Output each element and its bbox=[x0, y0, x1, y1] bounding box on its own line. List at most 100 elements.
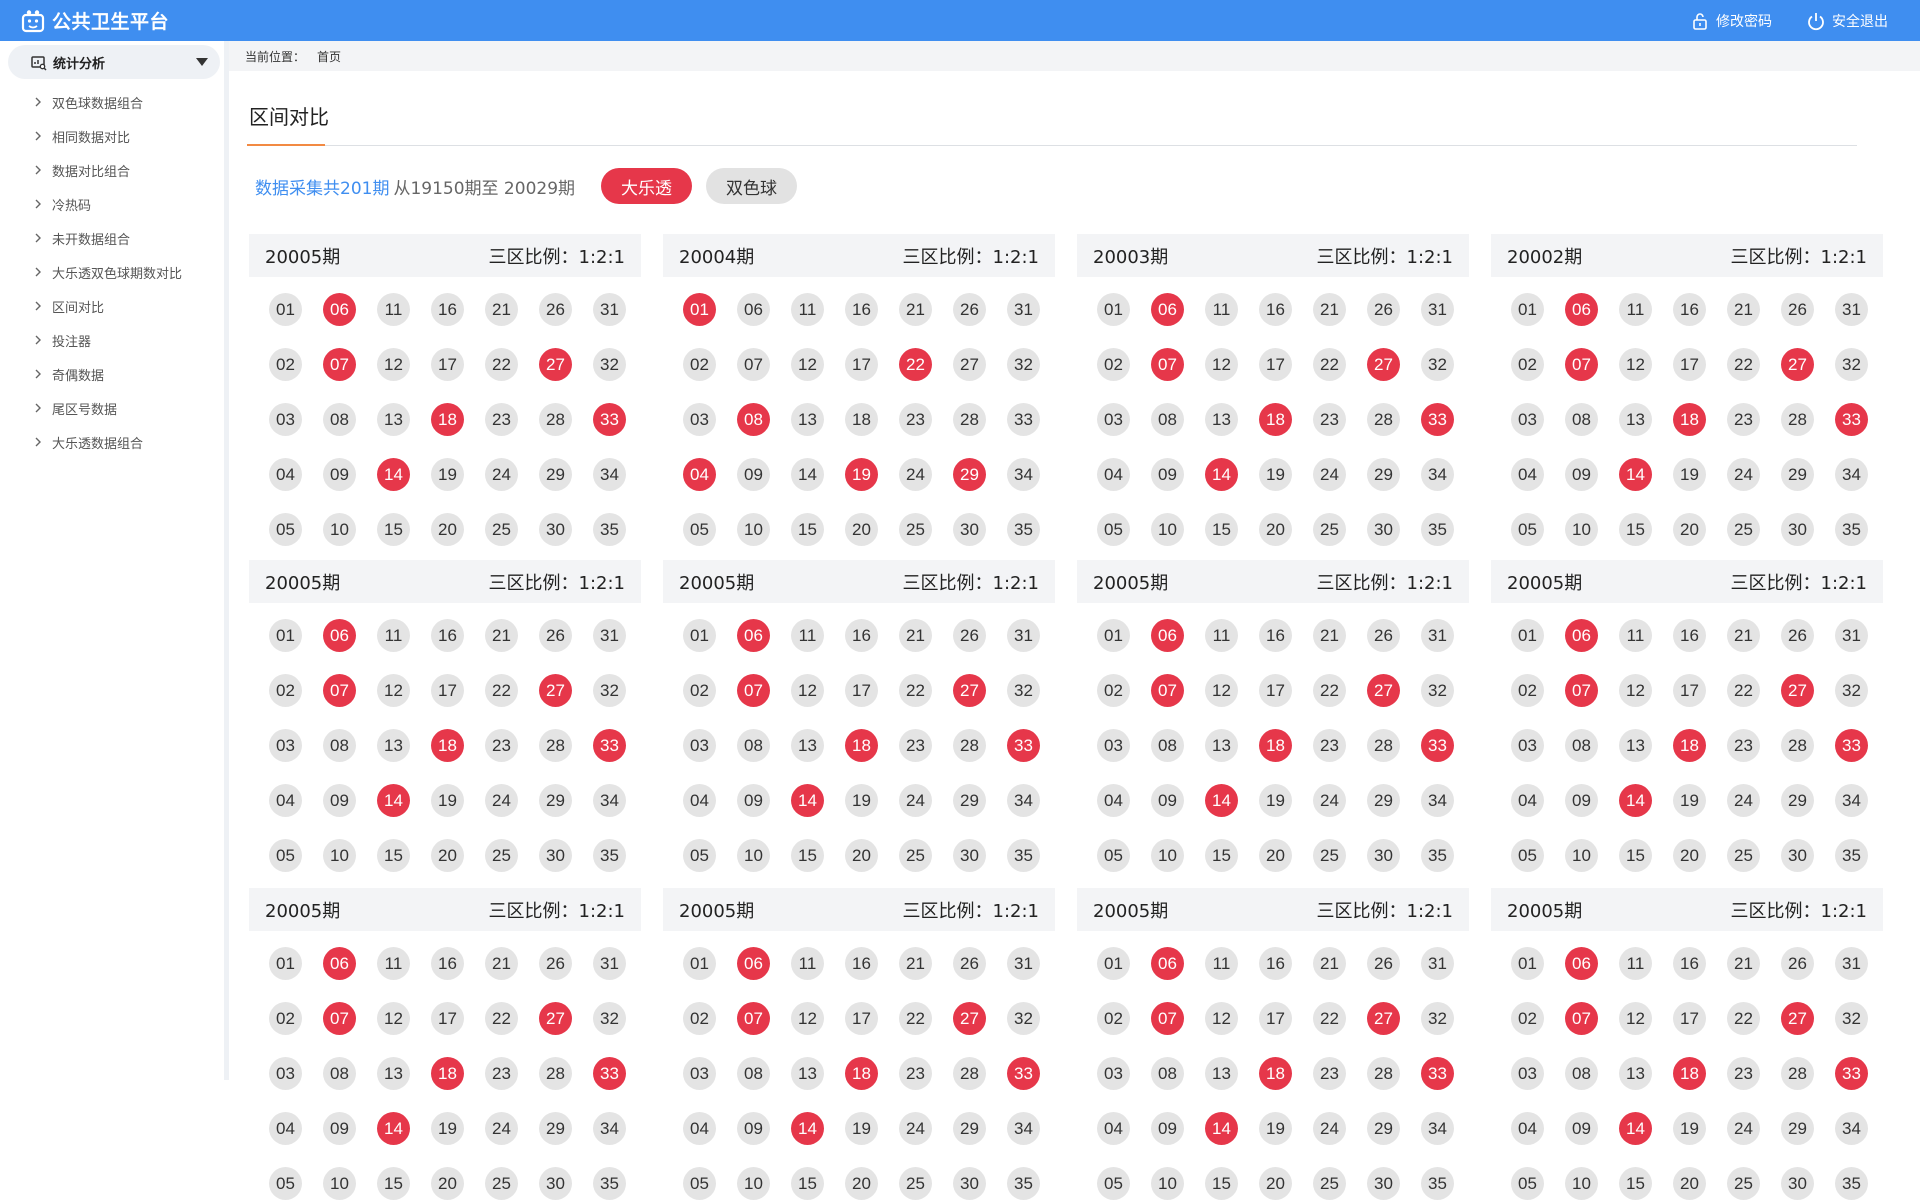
ball: 05 bbox=[1097, 1167, 1130, 1200]
ball-hit: 27 bbox=[1367, 348, 1400, 381]
sidebar-item[interactable]: 尾区号数据 bbox=[0, 391, 224, 425]
sidebar-item[interactable]: 区间对比 bbox=[0, 289, 224, 323]
ball: 24 bbox=[1313, 784, 1346, 817]
ball: 20 bbox=[431, 1167, 464, 1200]
ball: 03 bbox=[683, 729, 716, 762]
brand[interactable]: 公共卫生平台 bbox=[20, 7, 169, 34]
ball-hit: 18 bbox=[1259, 403, 1292, 436]
ball: 31 bbox=[1421, 947, 1454, 980]
sidebar-item[interactable]: 相同数据对比 bbox=[0, 119, 224, 153]
chevron-right-icon bbox=[35, 437, 41, 447]
ball: 02 bbox=[1097, 1002, 1130, 1035]
ball: 24 bbox=[485, 784, 518, 817]
ball: 34 bbox=[1007, 458, 1040, 491]
tab-shuangseqiu[interactable]: 双色球 bbox=[706, 168, 798, 204]
draw-card: 20005期 三区比例：1:2:1 01 06 11 16 21 26 31 02 07 12 17 22… bbox=[1491, 560, 1883, 872]
ball: 11 bbox=[1619, 293, 1652, 326]
sidebar-item[interactable]: 大乐透双色球期数对比 bbox=[0, 255, 224, 289]
card-header: 20005期 三区比例：1:2:1 bbox=[1491, 888, 1883, 931]
ball: 32 bbox=[1007, 674, 1040, 707]
card-header: 20005期 三区比例：1:2:1 bbox=[663, 888, 1055, 931]
sidebar-group-statistics[interactable]: 统计分析 bbox=[8, 45, 220, 79]
ball: 02 bbox=[683, 674, 716, 707]
sidebar-item[interactable]: 冷热码 bbox=[0, 187, 224, 221]
ball: 13 bbox=[791, 729, 824, 762]
ball-hit: 27 bbox=[539, 674, 572, 707]
summary-count: 数据采集共201期 bbox=[255, 178, 390, 199]
ball-hit: 27 bbox=[1367, 674, 1400, 707]
ball: 26 bbox=[1367, 947, 1400, 980]
ball: 04 bbox=[683, 784, 716, 817]
ball: 23 bbox=[1727, 403, 1760, 436]
sidebar-item-label: 数据对比组合 bbox=[52, 164, 131, 180]
ball: 01 bbox=[269, 293, 302, 326]
ball: 04 bbox=[269, 1112, 302, 1145]
ball: 25 bbox=[1727, 1167, 1760, 1200]
sidebar-item[interactable]: 奇偶数据 bbox=[0, 357, 224, 391]
ball: 24 bbox=[899, 458, 932, 491]
ball-hit: 06 bbox=[1565, 293, 1598, 326]
ball: 13 bbox=[1619, 403, 1652, 436]
ball-hit: 33 bbox=[1421, 403, 1454, 436]
ball: 06 bbox=[737, 293, 770, 326]
ball: 02 bbox=[683, 1002, 716, 1035]
ball: 32 bbox=[1007, 1002, 1040, 1035]
sidebar: 统计分析 双色球数据组合 相同数据对比数据对比组合冷热码 未开数据组合 大乐透双色球期… bbox=[0, 41, 229, 1080]
ball: 03 bbox=[1511, 1057, 1544, 1090]
ball-hit: 06 bbox=[737, 619, 770, 652]
ball: 02 bbox=[683, 348, 716, 381]
ball: 35 bbox=[1421, 1167, 1454, 1200]
ball: 08 bbox=[1151, 403, 1184, 436]
card-ratio: 三区比例：1:2:1 bbox=[1730, 900, 1868, 922]
ball-hit: 07 bbox=[1151, 1002, 1184, 1035]
ball: 13 bbox=[377, 729, 410, 762]
ball: 01 bbox=[1097, 619, 1130, 652]
ball: 34 bbox=[1421, 784, 1454, 817]
ball: 35 bbox=[1835, 839, 1868, 872]
sidebar-item[interactable]: 未开数据组合 bbox=[0, 221, 224, 255]
card-period: 20005期 bbox=[679, 900, 755, 922]
ball-hit: 33 bbox=[1421, 729, 1454, 762]
ball-hit: 14 bbox=[377, 1112, 410, 1145]
logout-button[interactable]: 安全退出 bbox=[1806, 11, 1888, 31]
breadcrumb-current[interactable]: 首页 bbox=[317, 48, 341, 65]
sidebar-item-label: 奇偶数据 bbox=[52, 368, 105, 384]
ball: 10 bbox=[1565, 839, 1598, 872]
ball: 24 bbox=[1727, 784, 1760, 817]
sidebar-item[interactable]: 投注器 bbox=[0, 323, 224, 357]
ball: 15 bbox=[377, 839, 410, 872]
draw-card: 20005期 三区比例：1:2:1 01 06 11 16 21 26 31 02 07 12 17 22… bbox=[1491, 888, 1883, 1200]
ball: 29 bbox=[539, 1112, 572, 1145]
ball: 19 bbox=[1673, 784, 1706, 817]
ball-grid: 01 06 11 16 21 26 31 02 07 12 17 22 27 32 03 08 13 18 23 28… bbox=[249, 603, 641, 872]
ball: 13 bbox=[1619, 1057, 1652, 1090]
card-header: 20005期 三区比例：1:2:1 bbox=[663, 560, 1055, 603]
ball: 10 bbox=[1565, 1167, 1598, 1200]
ball: 29 bbox=[1367, 784, 1400, 817]
ball: 30 bbox=[1367, 839, 1400, 872]
ball: 19 bbox=[845, 784, 878, 817]
lock-icon bbox=[1693, 12, 1707, 30]
draw-card: 20002期 三区比例：1:2:1 01 06 11 16 21 26 31 02 07 12 17 22… bbox=[1491, 234, 1883, 546]
ball-hit: 07 bbox=[323, 348, 356, 381]
sidebar-item[interactable]: 大乐透数据组合 bbox=[0, 425, 224, 459]
ball-hit: 14 bbox=[791, 784, 824, 817]
ball: 31 bbox=[1007, 619, 1040, 652]
sidebar-item[interactable]: 双色球数据组合 bbox=[0, 85, 224, 119]
change-password-button[interactable]: 修改密码 bbox=[1690, 11, 1772, 31]
ball: 20 bbox=[431, 513, 464, 546]
ball: 01 bbox=[269, 947, 302, 980]
ball: 21 bbox=[899, 293, 932, 326]
ball: 32 bbox=[593, 1002, 626, 1035]
ball-hit: 07 bbox=[1565, 674, 1598, 707]
ball: 23 bbox=[485, 729, 518, 762]
ball: 16 bbox=[1673, 947, 1706, 980]
ball-hit: 06 bbox=[1151, 619, 1184, 652]
ball: 17 bbox=[1673, 348, 1706, 381]
sidebar-item[interactable]: 数据对比组合 bbox=[0, 153, 224, 187]
ball: 03 bbox=[1097, 403, 1130, 436]
tab-daletou[interactable]: 大乐透 bbox=[601, 168, 693, 204]
ball: 13 bbox=[1619, 729, 1652, 762]
ball: 04 bbox=[683, 1112, 716, 1145]
ball: 17 bbox=[1259, 1002, 1292, 1035]
